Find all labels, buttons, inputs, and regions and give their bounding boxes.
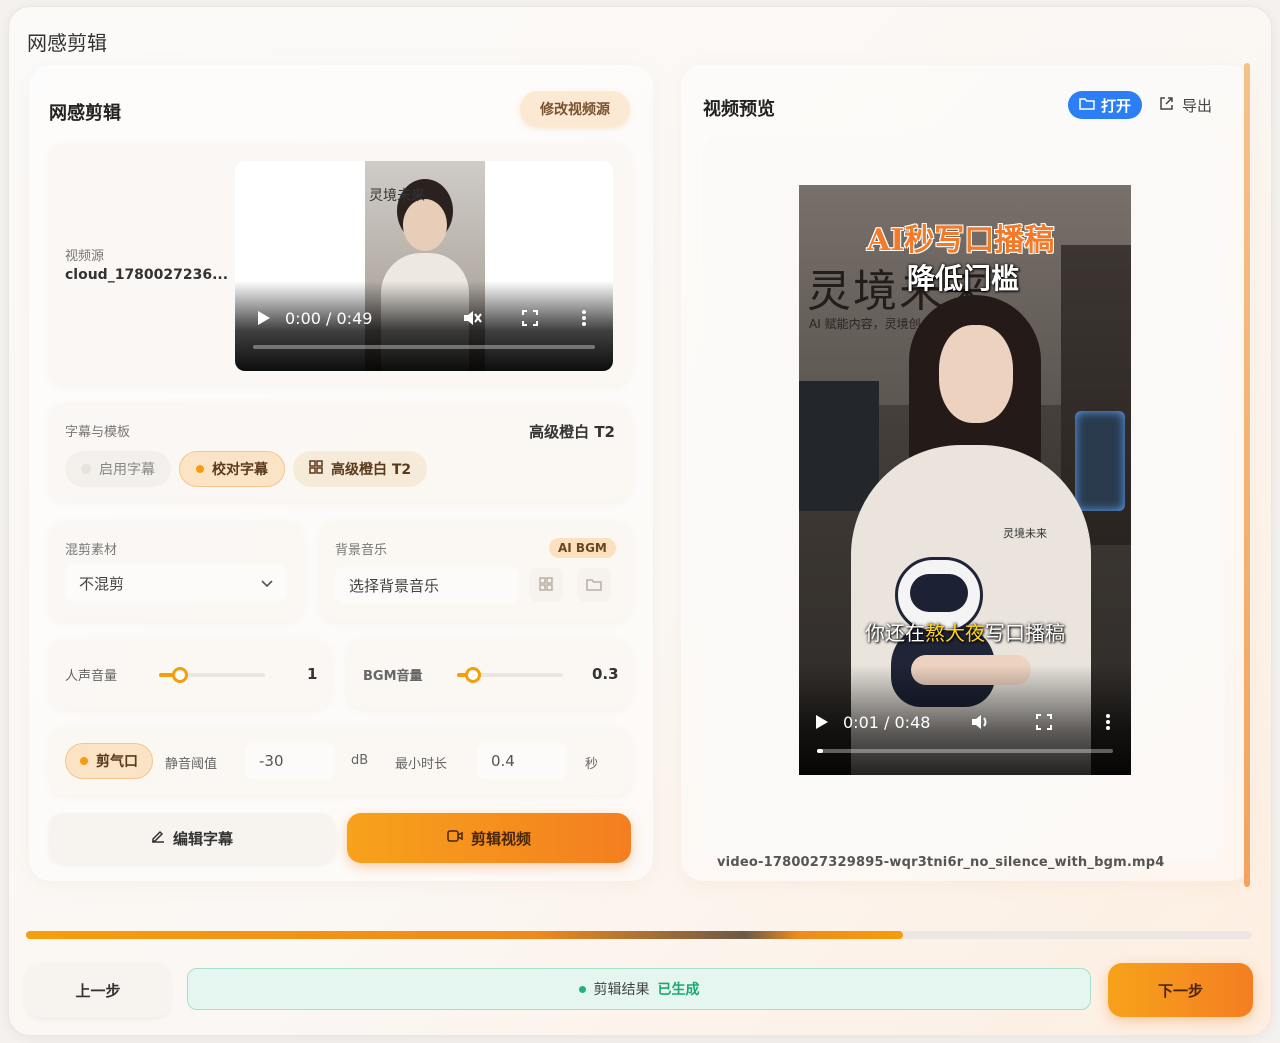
video-controls: 0:00 / 0:49 <box>235 281 613 371</box>
min-duration-unit: 秒 <box>585 757 599 772</box>
thumb-sign-text: 灵境未来 <box>369 188 425 204</box>
bgm-label: 背景音乐 <box>335 543 388 558</box>
video-overlay-subtitle: 降低门槛 <box>907 262 1020 295</box>
trim-card: 剪气口 静音阈值 -30 dB 最小时长 0.4 秒 <box>49 727 631 795</box>
bgm-volume-value: 0.3 <box>592 665 619 683</box>
proofread-subtitle-button[interactable]: 校对字幕 <box>179 451 285 487</box>
output-file-name: video-1780027329895-wqr3tni6r_no_silence… <box>717 855 1165 870</box>
source-name: cloud_1780027236... <box>65 267 229 283</box>
preview-video-time: 0:01 / 0:48 <box>843 712 931 732</box>
preview-panel: 视频预览 打开 导出 灵境未来 AI 赋能内容，灵境创 灵境未来 AI秒写口播稿… <box>681 65 1251 881</box>
fullscreen-icon[interactable] <box>519 307 541 329</box>
next-step-button[interactable]: 下一步 <box>1108 963 1253 1017</box>
grid-icon <box>539 576 553 595</box>
active-dot-icon <box>196 465 204 473</box>
mix-card: 混剪素材 不混剪 <box>49 521 303 621</box>
wall-subtext: AI 赋能内容，灵境创 <box>809 317 921 331</box>
min-duration-input[interactable]: 0.4 <box>477 743 567 779</box>
preview-title: 视频预览 <box>703 99 775 120</box>
step-progress-bar <box>26 931 1252 939</box>
bgm-volume-slider[interactable] <box>457 667 563 683</box>
play-icon[interactable] <box>253 307 275 329</box>
voice-volume-card: 人声音量 1 <box>49 639 331 709</box>
bgm-volume-card: BGM音量 0.3 <box>347 639 631 709</box>
open-button[interactable]: 打开 <box>1068 91 1142 119</box>
folder-icon <box>1079 96 1095 114</box>
play-icon[interactable] <box>811 711 833 733</box>
status-label: 剪辑结果 <box>593 982 650 998</box>
scrollbar[interactable] <box>1244 63 1250 887</box>
voice-volume-slider[interactable] <box>159 667 265 683</box>
grid-icon <box>309 460 323 478</box>
cut-icon <box>447 829 463 847</box>
preview-video-controls: 0:01 / 0:48 <box>799 665 1131 775</box>
panel-title: 网感剪辑 <box>49 103 121 124</box>
subtitle-card: 字幕与模板 高级橙白 T2 启用字幕 校对字幕 高级橙白 T2 <box>49 403 631 501</box>
video-progress-bar[interactable] <box>253 345 595 349</box>
slider-handle[interactable] <box>464 667 481 683</box>
app-window: 网感剪辑 网感剪辑 修改视频源 视频源 cloud_1780027236... … <box>8 6 1272 1036</box>
change-source-button[interactable]: 修改视频源 <box>520 91 630 127</box>
bgm-card: 背景音乐 AI BGM 选择背景音乐 <box>319 521 631 621</box>
export-button[interactable]: 导出 <box>1159 91 1212 119</box>
video-overlay-title: AI秒写口播稿 <box>867 223 1055 258</box>
min-duration-label: 最小时长 <box>395 757 448 772</box>
preview-area: 灵境未来 AI 赋能内容，灵境创 灵境未来 AI秒写口播稿 降低门槛 你还在熬大… <box>703 135 1225 870</box>
preview-progress-bar[interactable] <box>817 749 1113 753</box>
chevron-down-icon <box>261 574 273 592</box>
subtitle-section-label: 字幕与模板 <box>65 425 131 440</box>
edit-subtitles-button[interactable]: 编辑字幕 <box>49 813 335 863</box>
mix-select[interactable]: 不混剪 <box>65 565 287 601</box>
source-card: 视频源 cloud_1780027236... 灵境未来 0:00 / 0:49 <box>49 143 631 385</box>
mix-label: 混剪素材 <box>65 543 118 558</box>
folder-icon <box>586 576 602 595</box>
more-icon[interactable] <box>573 307 595 329</box>
cut-video-button[interactable]: 剪辑视频 <box>347 813 631 863</box>
mute-icon[interactable] <box>461 307 483 329</box>
current-template: 高级橙白 T2 <box>529 423 615 441</box>
fullscreen-icon[interactable] <box>1033 711 1055 733</box>
external-link-icon <box>1159 96 1174 115</box>
enable-subtitle-toggle[interactable]: 启用字幕 <box>65 451 171 487</box>
silence-threshold-input[interactable]: -30 <box>245 743 335 779</box>
ai-bgm-badge[interactable]: AI BGM <box>549 538 616 558</box>
edit-icon <box>151 829 165 847</box>
threshold-unit: dB <box>351 753 369 768</box>
template-button[interactable]: 高级橙白 T2 <box>293 451 428 487</box>
silence-threshold-label: 静音阈值 <box>165 757 218 772</box>
bgm-library-button[interactable] <box>529 568 563 602</box>
toggle-dot-icon <box>81 464 91 474</box>
bgm-select-field[interactable]: 选择背景音乐 <box>335 567 519 603</box>
video-time: 0:00 / 0:49 <box>285 308 373 328</box>
slider-handle[interactable] <box>172 667 189 683</box>
trim-breath-toggle[interactable]: 剪气口 <box>65 743 153 779</box>
status-value: 已生成 <box>657 982 700 998</box>
more-icon[interactable] <box>1097 711 1119 733</box>
bgm-volume-label: BGM音量 <box>363 669 423 684</box>
active-dot-icon <box>80 757 88 765</box>
source-video-player[interactable]: 灵境未来 0:00 / 0:49 <box>235 161 613 371</box>
voice-volume-value: 1 <box>307 665 318 683</box>
previous-step-button[interactable]: 上一步 <box>26 963 170 1017</box>
voice-volume-label: 人声音量 <box>65 669 118 684</box>
hoodie-text: 灵境未来 <box>1003 527 1047 540</box>
status-dot-icon <box>578 985 586 993</box>
video-caption: 你还在熬大夜写口播稿 <box>865 621 1065 645</box>
result-status-bar: 剪辑结果 已生成 <box>187 968 1091 1010</box>
window-title: 网感剪辑 <box>27 31 107 55</box>
source-label: 视频源 <box>65 249 105 264</box>
volume-icon[interactable] <box>969 711 991 733</box>
edit-panel: 网感剪辑 修改视频源 视频源 cloud_1780027236... 灵境未来 … <box>29 65 653 881</box>
bgm-folder-button[interactable] <box>577 568 611 602</box>
preview-video-player[interactable]: 灵境未来 AI 赋能内容，灵境创 灵境未来 AI秒写口播稿 降低门槛 你还在熬大… <box>799 185 1131 775</box>
